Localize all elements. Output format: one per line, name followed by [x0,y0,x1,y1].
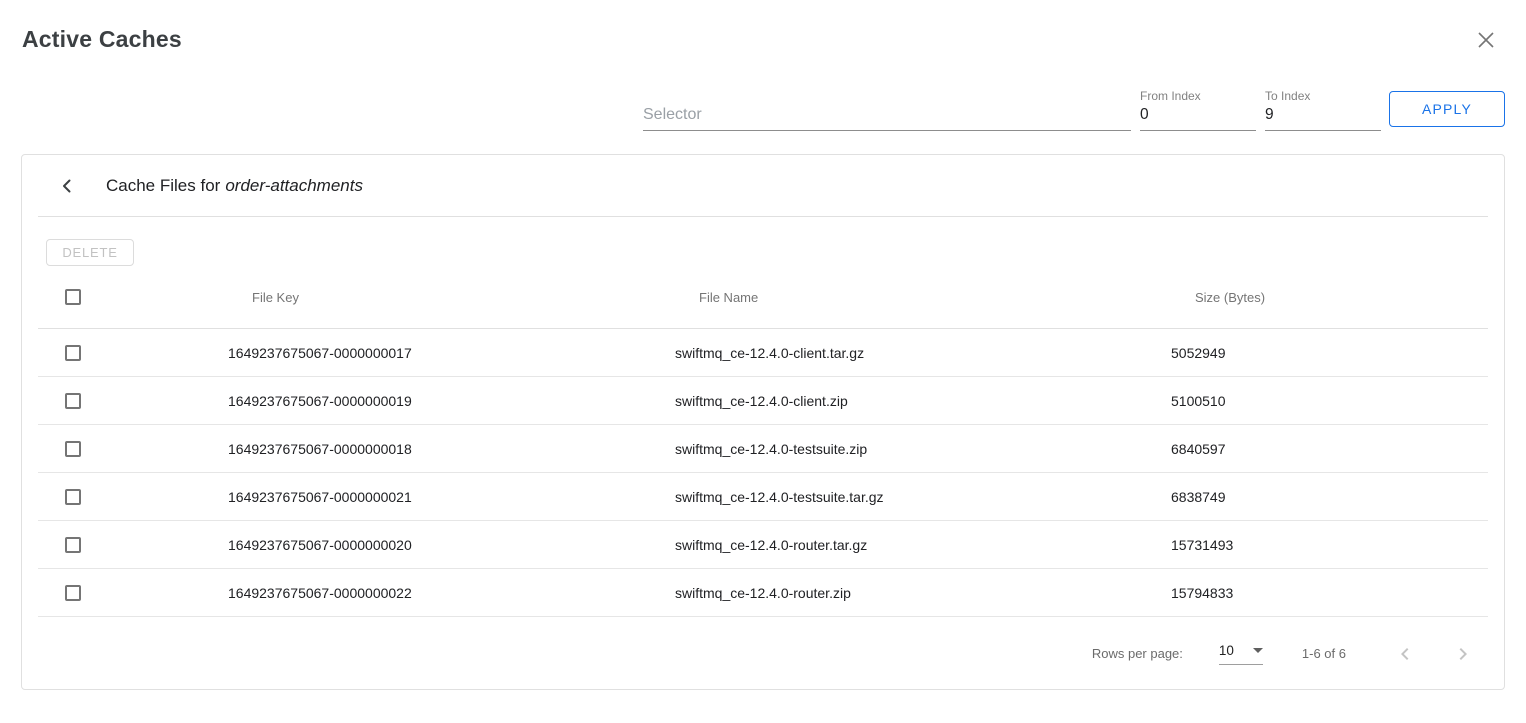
chevron-left-icon [59,178,75,194]
file-key-cell: 1649237675067-0000000022 [228,585,675,601]
pagination-range: 1-6 of 6 [1302,646,1346,661]
back-button[interactable] [55,174,79,198]
to-index-field: To Index [1265,86,1381,131]
to-index-input[interactable] [1265,106,1381,124]
filter-bar: From Index To Index APPLY [643,86,1505,131]
panel-title: Cache Files for order-attachments [106,176,363,196]
delete-button[interactable]: DELETE [46,239,134,266]
file-size-cell: 15794833 [1171,585,1488,601]
file-key-header: File Key [228,290,675,305]
selector-input[interactable] [643,106,1131,124]
toolbar: DELETE [22,217,1504,266]
select-all-checkbox[interactable] [65,289,81,305]
table-row: 1649237675067-0000000021 swiftmq_ce-12.4… [38,473,1488,521]
file-size-cell: 6838749 [1171,489,1488,505]
file-name-cell: swiftmq_ce-12.4.0-client.zip [675,393,1171,409]
file-key-cell: 1649237675067-0000000017 [228,345,675,361]
row-checkbox-cell [38,393,228,409]
row-checkbox-cell [38,489,228,505]
row-checkbox[interactable] [65,441,81,457]
panel-title-prefix: Cache Files for [106,176,220,195]
row-checkbox-cell [38,585,228,601]
file-size-cell: 6840597 [1171,441,1488,457]
row-checkbox-cell [38,537,228,553]
table-row: 1649237675067-0000000022 swiftmq_ce-12.4… [38,569,1488,617]
file-name-cell: swiftmq_ce-12.4.0-router.tar.gz [675,537,1171,553]
rows-per-page-label: Rows per page: [1092,646,1183,661]
row-checkbox-cell [38,441,228,457]
table-row: 1649237675067-0000000020 swiftmq_ce-12.4… [38,521,1488,569]
file-size-cell: 5100510 [1171,393,1488,409]
page-title: Active Caches [22,26,182,53]
file-name-header: File Name [675,290,1171,305]
row-checkbox-cell [38,345,228,361]
table-row: 1649237675067-0000000017 swiftmq_ce-12.4… [38,329,1488,377]
row-checkbox[interactable] [65,537,81,553]
from-index-field: From Index [1140,86,1256,131]
rows-per-page-select[interactable]: 10 [1219,643,1263,665]
close-button[interactable] [1477,30,1497,50]
select-all-cell [38,289,228,305]
chevron-left-icon [1393,642,1417,666]
file-key-cell: 1649237675067-0000000018 [228,441,675,457]
cache-files-table: File Key File Name Size (Bytes) 16492376… [38,266,1488,617]
file-key-cell: 1649237675067-0000000021 [228,489,675,505]
previous-page-button[interactable] [1393,642,1417,666]
row-checkbox[interactable] [65,585,81,601]
next-page-button[interactable] [1451,642,1475,666]
close-icon [1477,31,1497,49]
from-index-input[interactable] [1140,106,1256,124]
row-checkbox[interactable] [65,393,81,409]
size-header: Size (Bytes) [1171,290,1488,305]
from-index-label: From Index [1140,89,1256,103]
table-header-row: File Key File Name Size (Bytes) [38,266,1488,329]
row-checkbox[interactable] [65,489,81,505]
table-row: 1649237675067-0000000018 swiftmq_ce-12.4… [38,425,1488,473]
chevron-right-icon [1451,642,1475,666]
file-key-cell: 1649237675067-0000000019 [228,393,675,409]
row-checkbox[interactable] [65,345,81,361]
caret-down-icon [1253,648,1263,653]
cache-files-panel: Cache Files fororder-attachments DELETE … [21,154,1505,690]
file-name-cell: swiftmq_ce-12.4.0-router.zip [675,585,1171,601]
file-key-cell: 1649237675067-0000000020 [228,537,675,553]
file-size-cell: 15731493 [1171,537,1488,553]
apply-button[interactable]: APPLY [1389,91,1505,127]
file-name-cell: swiftmq_ce-12.4.0-testsuite.tar.gz [675,489,1171,505]
rows-per-page-value: 10 [1219,643,1234,658]
to-index-label: To Index [1265,89,1381,103]
file-name-cell: swiftmq_ce-12.4.0-testsuite.zip [675,441,1171,457]
table-pagination: Rows per page: 10 1-6 of 6 [22,617,1504,690]
panel-header: Cache Files for order-attachments [22,155,1504,216]
cache-name: order-attachments [225,176,363,195]
table-row: 1649237675067-0000000019 swiftmq_ce-12.4… [38,377,1488,425]
file-size-cell: 5052949 [1171,345,1488,361]
file-name-cell: swiftmq_ce-12.4.0-client.tar.gz [675,345,1171,361]
selector-field [643,86,1131,131]
